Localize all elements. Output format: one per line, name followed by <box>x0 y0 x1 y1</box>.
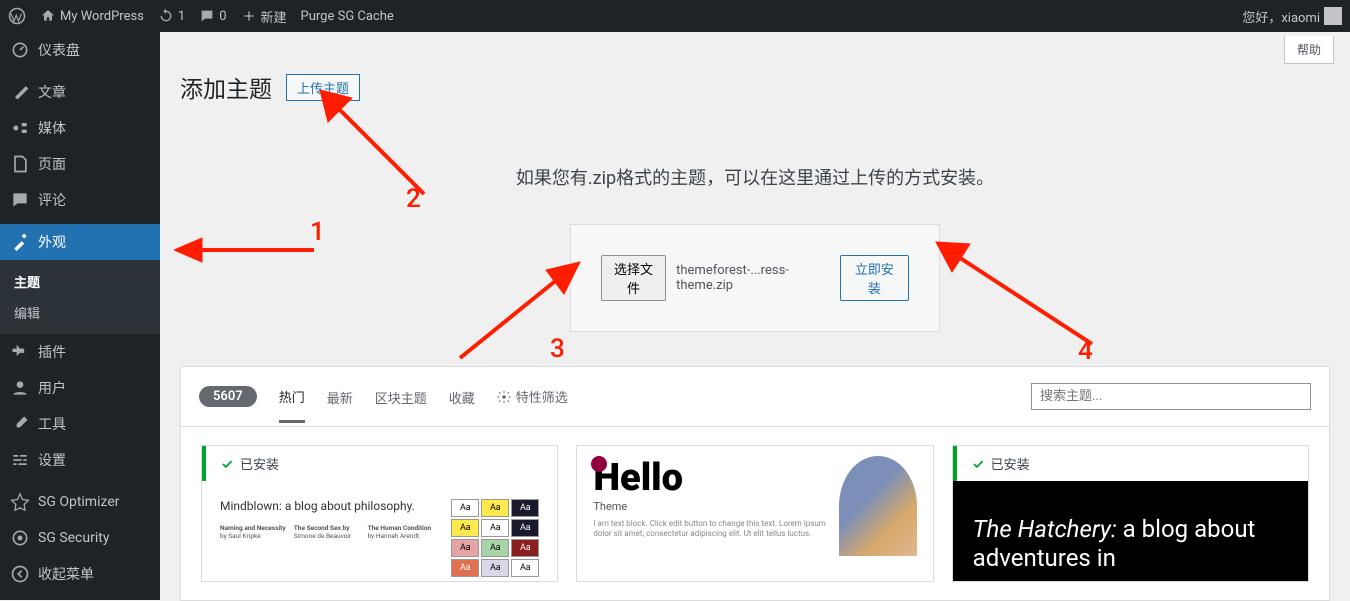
help-button[interactable]: 帮助 <box>1284 36 1334 64</box>
submenu-edit[interactable]: 编辑 <box>0 297 160 328</box>
page-title: 添加主题 <box>180 70 272 104</box>
sidebar-item-tools[interactable]: 工具 <box>0 406 160 442</box>
theme-preview-hatchery: The Hatchery: a blog about adventures in <box>953 481 1308 581</box>
wp-logo-icon[interactable] <box>8 7 26 25</box>
comments-link[interactable]: 0 <box>199 8 226 24</box>
purge-cache-link[interactable]: Purge SG Cache <box>301 9 394 24</box>
filter-popular[interactable]: 热门 <box>279 387 305 423</box>
sidebar-item-comments[interactable]: 评论 <box>0 182 160 218</box>
installed-badge: 已安装 <box>953 446 1308 481</box>
choose-file-button[interactable]: 选择文件 <box>601 255 666 301</box>
avatar <box>1324 7 1342 25</box>
theme-card[interactable]: 已安装 Mindblown: a blog about philosophy. … <box>201 445 558 582</box>
install-now-button[interactable]: 立即安装 <box>840 255 909 301</box>
sidebar-item-appearance[interactable]: 外观 <box>0 224 160 260</box>
sidebar-item-sg-security[interactable]: SG Security <box>0 520 160 556</box>
arrow-icon <box>314 84 428 198</box>
sidebar-item-media[interactable]: 媒体 <box>0 110 160 146</box>
theme-preview-headline: Mindblown: a blog about philosophy. <box>220 499 433 513</box>
sidebar-item-plugins[interactable]: 插件 <box>0 334 160 370</box>
new-link[interactable]: 新建 <box>241 7 287 26</box>
filter-block[interactable]: 区块主题 <box>375 388 427 421</box>
theme-card[interactable]: Hello Theme I am text block. Click edit … <box>576 445 933 582</box>
filter-latest[interactable]: 最新 <box>327 388 353 421</box>
theme-card[interactable]: 已安装 The Hatchery: a blog about adventure… <box>952 445 1309 582</box>
filter-feature-filter[interactable]: 特性筛选 <box>497 387 568 406</box>
sidebar-item-pages[interactable]: 页面 <box>0 146 160 182</box>
sidebar-item-dashboard[interactable]: 仪表盘 <box>0 32 160 68</box>
installed-badge: 已安装 <box>202 446 557 481</box>
sidebar-item-users[interactable]: 用户 <box>0 370 160 406</box>
user-greeting[interactable]: 您好，xiaomi <box>1242 7 1342 26</box>
arrow-icon <box>930 232 1100 352</box>
upload-form: 选择文件 themeforest-...ress-theme.zip 立即安装 <box>570 224 940 332</box>
arrow-icon <box>452 256 584 366</box>
selected-file-name: themeforest-...ress-theme.zip <box>676 263 830 293</box>
submenu-themes[interactable]: 主题 <box>0 266 160 297</box>
site-name-link[interactable]: My WordPress <box>40 8 144 24</box>
theme-preview-hello: Hello <box>593 456 827 500</box>
filter-favorites[interactable]: 收藏 <box>449 388 475 421</box>
color-swatches: AaAaAa AaAaAa AaAaAa AaAaAa <box>451 499 539 577</box>
updates-link[interactable]: 1 <box>158 8 185 24</box>
sidebar-item-sg-optimizer[interactable]: SG Optimizer <box>0 484 160 520</box>
sidebar-item-posts[interactable]: 文章 <box>0 74 160 110</box>
arrow-icon <box>174 228 314 268</box>
sidebar-collapse[interactable]: 收起菜单 <box>0 556 160 592</box>
theme-count-badge: 5607 <box>199 386 257 407</box>
search-themes-input[interactable] <box>1031 383 1311 410</box>
theme-preview-image <box>839 456 917 556</box>
sidebar-item-settings[interactable]: 设置 <box>0 442 160 478</box>
